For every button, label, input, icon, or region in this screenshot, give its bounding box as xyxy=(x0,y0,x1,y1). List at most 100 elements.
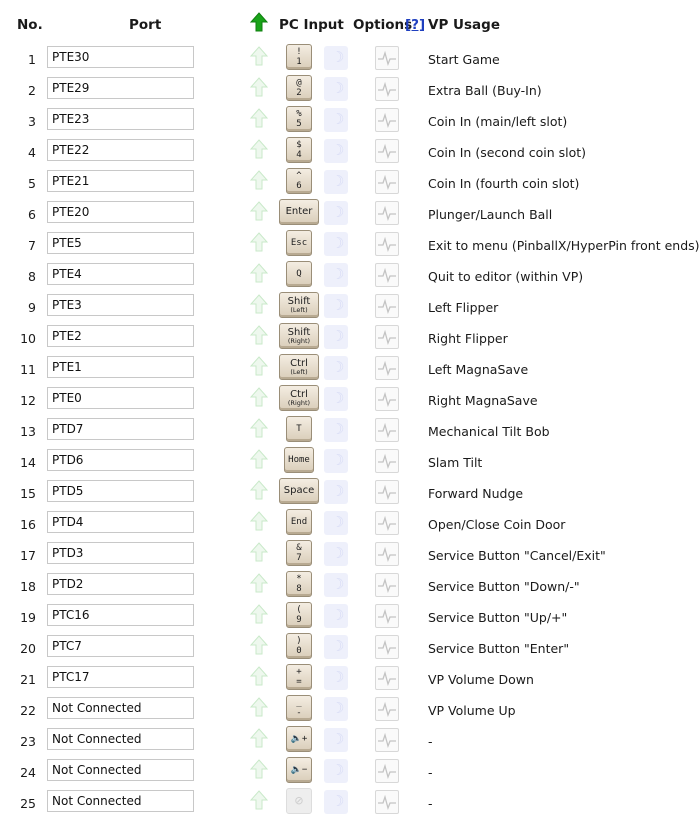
pc-input-key[interactable]: Ctrl (Left) xyxy=(279,354,319,380)
moon-icon[interactable] xyxy=(324,728,348,752)
pale-green-up-arrow-icon[interactable] xyxy=(249,697,270,719)
port-field[interactable] xyxy=(47,46,194,68)
pulse-icon[interactable] xyxy=(375,201,399,225)
moon-icon[interactable] xyxy=(324,387,348,411)
port-field[interactable] xyxy=(47,387,194,409)
port-field[interactable] xyxy=(47,759,194,781)
moon-icon[interactable] xyxy=(324,511,348,535)
pale-green-up-arrow-icon[interactable] xyxy=(249,170,270,192)
pulse-icon[interactable] xyxy=(375,666,399,690)
pc-input-key[interactable]: ) 0 xyxy=(286,633,312,659)
pc-input-key[interactable]: Esc xyxy=(286,230,312,256)
pulse-icon[interactable] xyxy=(375,697,399,721)
pulse-icon[interactable] xyxy=(375,387,399,411)
pc-input-key[interactable]: Shift (Left) xyxy=(279,292,319,318)
pulse-icon[interactable] xyxy=(375,170,399,194)
pulse-icon[interactable] xyxy=(375,635,399,659)
pulse-icon[interactable] xyxy=(375,263,399,287)
pulse-icon[interactable] xyxy=(375,480,399,504)
moon-icon[interactable] xyxy=(324,201,348,225)
port-field[interactable] xyxy=(47,170,194,192)
pc-input-key[interactable]: 🔈+ xyxy=(286,726,312,752)
moon-icon[interactable] xyxy=(324,635,348,659)
pulse-icon[interactable] xyxy=(375,139,399,163)
pc-input-key[interactable]: & 7 xyxy=(286,540,312,566)
pulse-icon[interactable] xyxy=(375,511,399,535)
port-field[interactable] xyxy=(47,635,194,657)
pale-green-up-arrow-icon[interactable] xyxy=(249,201,270,223)
pale-green-up-arrow-icon[interactable] xyxy=(249,387,270,409)
pc-input-key[interactable]: + = xyxy=(286,664,312,690)
port-field[interactable] xyxy=(47,573,194,595)
pc-input-key[interactable]: ⊘ xyxy=(286,788,312,814)
moon-icon[interactable] xyxy=(324,418,348,442)
pale-green-up-arrow-icon[interactable] xyxy=(249,759,270,781)
pale-green-up-arrow-icon[interactable] xyxy=(249,573,270,595)
pale-green-up-arrow-icon[interactable] xyxy=(249,356,270,378)
options-help-link[interactable]: [?] xyxy=(405,17,425,33)
pale-green-up-arrow-icon[interactable] xyxy=(249,46,270,68)
port-field[interactable] xyxy=(47,201,194,223)
pale-green-up-arrow-icon[interactable] xyxy=(249,294,270,316)
port-field[interactable] xyxy=(47,325,194,347)
pale-green-up-arrow-icon[interactable] xyxy=(249,108,270,130)
pale-green-up-arrow-icon[interactable] xyxy=(249,77,270,99)
port-field[interactable] xyxy=(47,666,194,688)
pc-input-key[interactable]: @2 xyxy=(286,75,312,101)
pc-input-key[interactable]: Shift (Right) xyxy=(279,323,319,349)
pulse-icon[interactable] xyxy=(375,325,399,349)
port-field[interactable] xyxy=(47,449,194,471)
port-field[interactable] xyxy=(47,542,194,564)
moon-icon[interactable] xyxy=(324,666,348,690)
moon-icon[interactable] xyxy=(324,790,348,814)
port-field[interactable] xyxy=(47,790,194,812)
port-field[interactable] xyxy=(47,728,194,750)
moon-icon[interactable] xyxy=(324,170,348,194)
pc-input-key[interactable]: $4 xyxy=(286,137,312,163)
port-field[interactable] xyxy=(47,232,194,254)
pulse-icon[interactable] xyxy=(375,790,399,814)
pc-input-key[interactable]: ^ 6 xyxy=(286,168,312,194)
moon-icon[interactable] xyxy=(324,263,348,287)
port-field[interactable] xyxy=(47,263,194,285)
port-field[interactable] xyxy=(47,604,194,626)
pulse-icon[interactable] xyxy=(375,232,399,256)
pale-green-up-arrow-icon[interactable] xyxy=(249,418,270,440)
moon-icon[interactable] xyxy=(324,604,348,628)
moon-icon[interactable] xyxy=(324,46,348,70)
moon-icon[interactable] xyxy=(324,542,348,566)
pulse-icon[interactable] xyxy=(375,728,399,752)
moon-icon[interactable] xyxy=(324,697,348,721)
pc-input-key[interactable]: ! 1 xyxy=(286,44,312,70)
moon-icon[interactable] xyxy=(324,108,348,132)
pale-green-up-arrow-icon[interactable] xyxy=(249,728,270,750)
moon-icon[interactable] xyxy=(324,759,348,783)
port-field[interactable] xyxy=(47,77,194,99)
pulse-icon[interactable] xyxy=(375,449,399,473)
pale-green-up-arrow-icon[interactable] xyxy=(249,790,270,812)
port-field[interactable] xyxy=(47,418,194,440)
pale-green-up-arrow-icon[interactable] xyxy=(249,480,270,502)
pc-input-key[interactable]: End xyxy=(286,509,312,535)
pc-input-key[interactable]: Space xyxy=(279,478,319,504)
pale-green-up-arrow-icon[interactable] xyxy=(249,542,270,564)
port-field[interactable] xyxy=(47,356,194,378)
pc-input-key[interactable]: Ctrl (Right) xyxy=(279,385,319,411)
moon-icon[interactable] xyxy=(324,480,348,504)
moon-icon[interactable] xyxy=(324,356,348,380)
moon-icon[interactable] xyxy=(324,77,348,101)
pale-green-up-arrow-icon[interactable] xyxy=(249,666,270,688)
pulse-icon[interactable] xyxy=(375,46,399,70)
moon-icon[interactable] xyxy=(324,294,348,318)
pc-input-key[interactable]: % 5 xyxy=(286,106,312,132)
pulse-icon[interactable] xyxy=(375,108,399,132)
pale-green-up-arrow-icon[interactable] xyxy=(249,325,270,347)
pulse-icon[interactable] xyxy=(375,604,399,628)
pale-green-up-arrow-icon[interactable] xyxy=(249,139,270,161)
moon-icon[interactable] xyxy=(324,449,348,473)
pulse-icon[interactable] xyxy=(375,573,399,597)
pulse-icon[interactable] xyxy=(375,294,399,318)
pc-input-key[interactable]: 🔈− xyxy=(286,757,312,783)
moon-icon[interactable] xyxy=(324,573,348,597)
pulse-icon[interactable] xyxy=(375,542,399,566)
